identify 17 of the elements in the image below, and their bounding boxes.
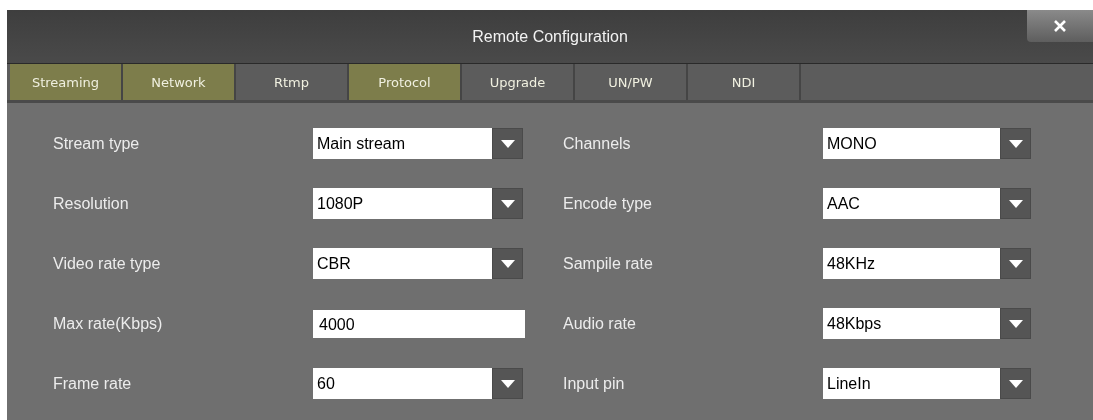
field-label: Max rate(Kbps) bbox=[53, 314, 164, 333]
field-label: Channels bbox=[563, 134, 632, 153]
tab[interactable]: Network bbox=[123, 64, 236, 100]
field-label: Stream type bbox=[53, 134, 141, 153]
field-label: Video rate type bbox=[53, 254, 162, 273]
field-label: Resolution bbox=[53, 194, 130, 213]
field-label: Audio rate bbox=[563, 314, 637, 333]
tab[interactable]: Streaming bbox=[10, 64, 123, 100]
close-icon bbox=[1054, 20, 1066, 32]
input-field[interactable]: 4000 bbox=[313, 309, 525, 338]
close-button[interactable] bbox=[1027, 10, 1093, 42]
field-label: Frame rate bbox=[53, 374, 133, 393]
field-label: Sampile rate bbox=[563, 254, 654, 273]
field-label: Encode type bbox=[563, 194, 653, 213]
field-label: Input pin bbox=[563, 374, 626, 393]
tab[interactable]: Protocol bbox=[349, 64, 462, 100]
window-title: Remote Configuration bbox=[472, 27, 628, 46]
